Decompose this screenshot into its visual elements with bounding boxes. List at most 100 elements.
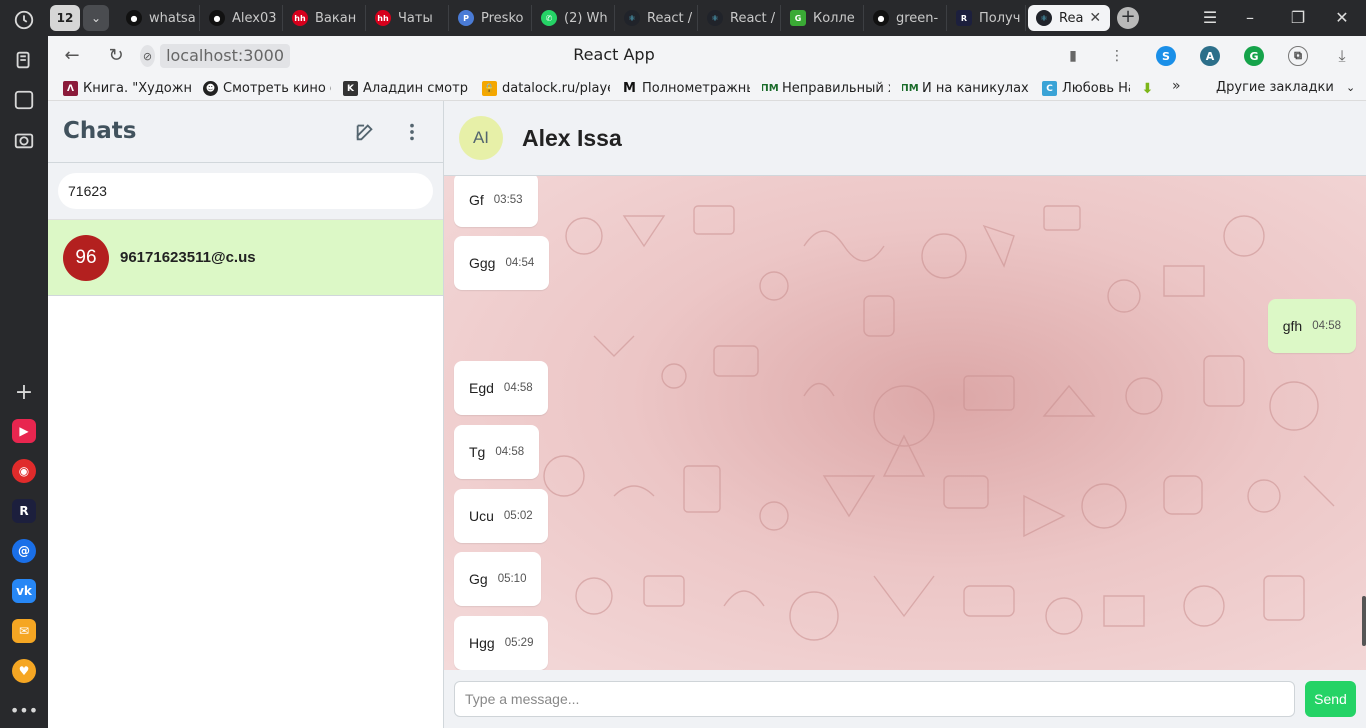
book-icon: Λ — [63, 81, 78, 96]
add-panel-icon[interactable]: + — [12, 380, 36, 405]
browser-tab[interactable]: R Получ — [948, 5, 1026, 31]
more-vert-icon[interactable]: ⋮ — [1107, 46, 1127, 66]
messages-area[interactable]: Gf 03:53 Ggg 04:54 gfh 04:58 Egd 04:58 T… — [444, 176, 1366, 670]
browser-tab[interactable]: P Presko — [450, 5, 532, 31]
chat-header: AI Alex Issa — [444, 101, 1366, 176]
chat-title: Alex Issa — [522, 125, 622, 151]
message-bubble-incoming[interactable]: Gg 05:10 — [454, 552, 542, 606]
bookmark-item[interactable]: ⬇ — [1140, 79, 1160, 98]
bookmark-item[interactable]: 🔒 datalock.ru/player — [482, 79, 610, 98]
music-app-icon[interactable]: ◉ — [12, 459, 36, 483]
avatar[interactable]: AI — [459, 116, 503, 160]
message-bubble-incoming[interactable]: Egd 04:58 — [454, 361, 548, 415]
github-icon: ● — [873, 10, 889, 26]
bookmarks-more-button[interactable]: » — [1172, 78, 1181, 94]
message-bubble-incoming[interactable]: Hgg 05:29 — [454, 616, 549, 670]
message-input[interactable] — [454, 681, 1295, 717]
mask-icon: ☻ — [203, 81, 218, 96]
browser-side-panel: + ▶ ◉ R @ vk ✉ ♥ ••• — [0, 0, 48, 728]
message-bubble-incoming[interactable]: Gf 03:53 — [454, 176, 538, 227]
close-tab-icon[interactable]: ✕ — [1089, 10, 1101, 26]
search-area — [48, 163, 443, 220]
chevron-down-icon: ⌄ — [1345, 81, 1356, 94]
bookmark-item[interactable]: Λ Книга. "Художниц — [63, 79, 191, 98]
bookmark-item[interactable]: ☻ Смотреть кино ф — [203, 79, 331, 98]
url-field[interactable]: ⊘ localhost:3000 — [140, 43, 290, 69]
browser-tab[interactable]: ✆ (2) Wh — [533, 5, 615, 31]
browser-tab[interactable]: ⚛ React / — [699, 5, 781, 31]
vk-app-icon[interactable]: vk — [12, 579, 36, 603]
bookmark-item[interactable]: M Полнометражные — [622, 79, 750, 98]
download-icon[interactable]: ⤓ — [1332, 46, 1352, 66]
download-arrow-icon: ⬇ — [1140, 80, 1155, 97]
extensions-icon[interactable]: ⧉ — [1288, 46, 1308, 66]
bookmark-item[interactable]: C Любовь На — [1042, 79, 1130, 98]
video-app-icon[interactable]: ▶ — [12, 419, 36, 443]
r-icon: R — [956, 10, 972, 26]
k-icon: K — [343, 81, 358, 96]
messenger-app-icon[interactable]: ♥ — [12, 659, 36, 683]
browser-tab[interactable]: ● Alex03 — [201, 5, 283, 31]
react-icon: ⚛ — [707, 10, 723, 26]
reload-icon[interactable]: ↻ — [105, 45, 127, 67]
back-icon[interactable]: ← — [61, 45, 83, 67]
message-bubble-incoming[interactable]: Tg 04:58 — [454, 425, 540, 479]
github-icon: ● — [209, 10, 225, 26]
pm-icon: ПМ — [762, 81, 779, 96]
screenshot-icon[interactable] — [12, 128, 36, 152]
tab-counter-button[interactable]: 12 — [50, 5, 80, 31]
more-icon[interactable]: ••• — [10, 698, 38, 722]
new-tab-button[interactable]: + — [1117, 7, 1139, 29]
url-text[interactable]: localhost:3000 — [160, 44, 290, 68]
address-bar: ← ↻ ⊘ localhost:3000 React App ▮ ⋮ S A G… — [48, 36, 1366, 76]
mail-app-icon[interactable]: ✉ — [12, 619, 36, 643]
restore-icon[interactable]: ❐ — [1288, 8, 1308, 28]
whatsapp-icon: ✆ — [541, 10, 557, 26]
mail-ru-app-icon[interactable]: @ — [12, 539, 36, 563]
browser-tab[interactable]: ⚛ React / — [616, 5, 698, 31]
chevron-down-icon[interactable]: ⌄ — [83, 5, 109, 31]
bookmark-item[interactable]: K Аладдин смотрет — [343, 79, 468, 98]
bookmark-item[interactable]: ПМ Неправильный хр — [762, 79, 890, 98]
search-input[interactable] — [58, 173, 433, 209]
close-window-icon[interactable]: ✕ — [1332, 8, 1352, 28]
github-icon: ● — [126, 10, 142, 26]
rustore-app-icon[interactable]: R — [12, 499, 36, 523]
green-g-icon: G — [790, 10, 806, 26]
grammarly-icon[interactable]: G — [1244, 46, 1264, 66]
m-icon: M — [622, 81, 637, 96]
shazam-icon[interactable]: S — [1156, 46, 1176, 66]
browser-tab-active[interactable]: ⚛ Rea ✕ — [1028, 5, 1110, 31]
browser-tab[interactable]: hh Чаты — [367, 5, 449, 31]
message-bubble-incoming[interactable]: Ucu 05:02 — [454, 489, 548, 543]
bookmarks-bar: Λ Книга. "Художниц ☻ Смотреть кино ф K А… — [48, 76, 1366, 101]
avatar: 96 — [63, 235, 109, 281]
collections-icon[interactable] — [12, 48, 36, 72]
c-icon: C — [1042, 81, 1057, 96]
browser-tab[interactable]: G Колле — [782, 5, 864, 31]
browser-tab[interactable]: hh Вакан — [284, 5, 366, 31]
scrollbar-thumb[interactable] — [1362, 596, 1366, 646]
history-icon[interactable] — [12, 8, 36, 32]
new-chat-icon[interactable] — [352, 119, 378, 145]
tabs-counter-icon[interactable] — [12, 88, 36, 112]
bookmark-icon[interactable]: ▮ — [1063, 46, 1083, 66]
hh-icon: hh — [292, 10, 308, 26]
browser-tab[interactable]: ● green- — [865, 5, 947, 31]
menu-icon[interactable]: ☰ — [1200, 8, 1220, 28]
bookmark-item[interactable]: ПМ И на каникулах не — [902, 79, 1030, 98]
message-composer: Send — [444, 670, 1366, 728]
chat-list-item[interactable]: 96 96171623511@c.us — [48, 220, 443, 296]
page-title: React App — [573, 45, 655, 64]
menu-dots-icon[interactable] — [399, 119, 425, 145]
react-icon: ⚛ — [1036, 10, 1052, 26]
browser-tab[interactable]: ● whatsa — [118, 5, 200, 31]
minimize-icon[interactable]: – — [1240, 8, 1260, 28]
site-info-icon[interactable]: ⊘ — [140, 45, 156, 67]
message-bubble-incoming[interactable]: Ggg 04:54 — [454, 236, 550, 290]
other-bookmarks-button[interactable]: Другие закладки ⌄ — [1216, 80, 1355, 95]
message-bubble-outgoing[interactable]: gfh 04:58 — [1267, 299, 1356, 353]
extension-a-icon[interactable]: A — [1200, 46, 1220, 66]
send-button[interactable]: Send — [1305, 681, 1356, 717]
doodle-background — [543, 205, 1335, 641]
